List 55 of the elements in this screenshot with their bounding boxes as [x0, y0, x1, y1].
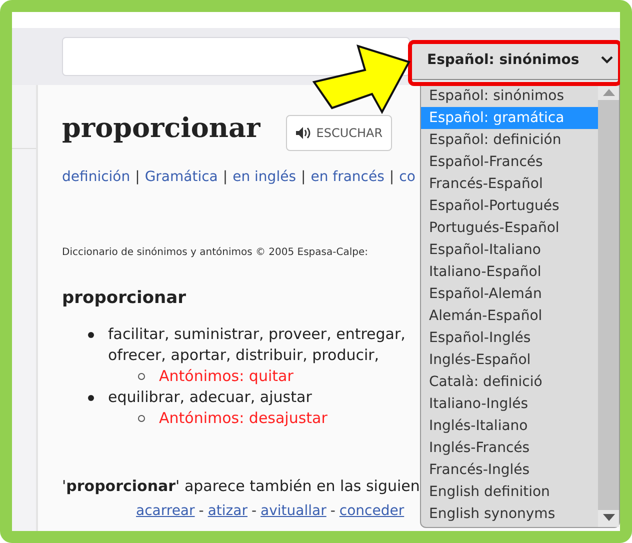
bullet-icon: [88, 395, 94, 401]
source-note: Diccionario de sinónimos y antónimos © 2005 Espasa-Calpe:: [62, 247, 368, 258]
scroll-down-icon: [602, 514, 614, 521]
entry-link[interactable]: en inglés: [232, 169, 296, 185]
synonym-line: ofrecer, aportar, distribuir, producir,: [108, 345, 380, 366]
listen-button[interactable]: ESCUCHAR: [286, 115, 392, 151]
link-separator: |: [301, 169, 306, 185]
dropdown-option[interactable]: Español: sinónimos: [421, 85, 598, 107]
bullet-icon: [138, 415, 145, 422]
dropdown-option[interactable]: English definition: [421, 481, 598, 503]
antonym-line: Antónimos: desajustar: [159, 408, 328, 429]
dropdown-option[interactable]: Inglés-Español: [421, 349, 598, 371]
entry-link[interactable]: Gramática: [144, 169, 218, 185]
also-appears-text: 'proporcionar' aparece también en las siguien: [62, 477, 420, 495]
link-separator: -: [330, 503, 336, 519]
dropdown-option[interactable]: Español-Portugués: [421, 195, 598, 217]
dropdown-option[interactable]: Español-Italiano: [421, 239, 598, 261]
link-separator: -: [198, 503, 204, 519]
dropdown-option[interactable]: Español-Alemán: [421, 283, 598, 305]
synonym-line: facilitar, suministrar, proveer, entregar,: [108, 324, 406, 345]
entry-link[interactable]: co: [399, 169, 416, 185]
link-separator: |: [135, 169, 140, 185]
entry-link[interactable]: definición: [62, 169, 130, 185]
link-separator: |: [222, 169, 228, 185]
scroll-up-icon: [602, 89, 614, 96]
dropdown-option[interactable]: Portugués-Español: [421, 217, 598, 239]
search-field[interactable]: [62, 37, 410, 76]
dropdown-option[interactable]: Español-Francés: [421, 151, 598, 173]
dropdown-option[interactable]: Español-Inglés: [421, 327, 598, 349]
dropdown-option[interactable]: Italiano-Español: [421, 261, 598, 283]
related-link[interactable]: atizar: [208, 503, 248, 519]
related-link[interactable]: acarrear: [136, 503, 195, 519]
scrollbar[interactable]: [598, 83, 619, 527]
dropdown-option[interactable]: Francés-Inglés: [421, 459, 598, 481]
bullet-icon: [88, 332, 94, 338]
antonym-line: Antónimos: quitar: [159, 366, 294, 387]
link-separator: |: [389, 169, 394, 185]
dropdown-option[interactable]: Francés-Español: [421, 173, 598, 195]
dropdown-option[interactable]: Alemán-Español: [421, 305, 598, 327]
dropdown-option[interactable]: English synonyms: [421, 503, 598, 525]
speaker-icon: [295, 126, 312, 140]
link-separator: -: [251, 503, 257, 519]
headword: proporcionar: [62, 288, 186, 308]
dropdown-option[interactable]: Español: definición: [421, 129, 598, 151]
dropdown-option[interactable]: Català: definició: [421, 371, 598, 393]
synonym-line: equilibrar, adecuar, ajustar: [108, 387, 312, 408]
related-link[interactable]: avituallar: [260, 503, 326, 519]
dropdown-option[interactable]: Inglés-Francés: [421, 437, 598, 459]
dropdown-option[interactable]: Inglés-Italiano: [421, 415, 598, 437]
entry-title: proporcionar: [62, 112, 260, 144]
entry-link[interactable]: en francés: [310, 169, 384, 185]
bullet-icon: [138, 373, 145, 380]
related-link[interactable]: conceder: [339, 503, 404, 519]
dropdown-option[interactable]: Italiano-Inglés: [421, 393, 598, 415]
chevron-icon: [601, 56, 613, 64]
